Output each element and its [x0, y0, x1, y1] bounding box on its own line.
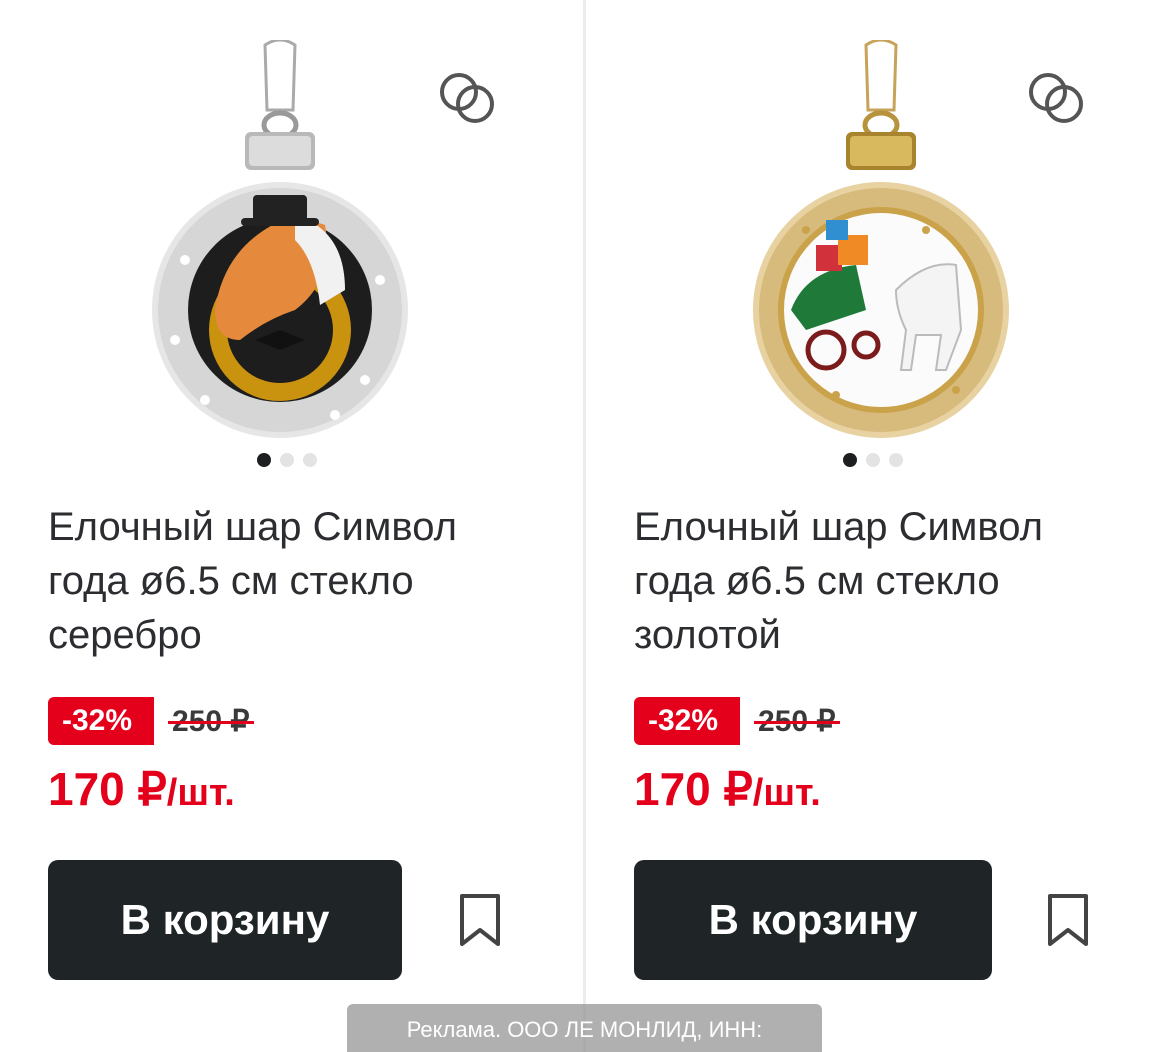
- add-to-cart-button[interactable]: В корзину: [634, 860, 992, 980]
- product-image[interactable]: [586, 0, 1170, 470]
- old-price: 250 ₽: [168, 704, 255, 738]
- product-image[interactable]: [0, 0, 584, 470]
- gold-ornament-carriage-icon: [753, 40, 1009, 438]
- ad-disclosure-label: Реклама. ООО ЛЕ МОНЛИД, ИНН: 5029069967: [347, 1004, 822, 1052]
- current-price: 170 ₽/шт.: [634, 762, 821, 816]
- current-price: 170 ₽/шт.: [48, 762, 235, 816]
- silver-ornament-horse-icon: [152, 40, 408, 438]
- product-card[interactable]: Елочный шар Символ года ø6.5 см стекло з…: [586, 0, 1170, 1052]
- bookmark-icon[interactable]: [1046, 892, 1090, 948]
- price-unit: /шт.: [166, 772, 235, 814]
- gallery-dot-active[interactable]: [257, 453, 271, 467]
- gallery-dot[interactable]: [303, 453, 317, 467]
- gallery-dot[interactable]: [866, 453, 880, 467]
- product-title[interactable]: Елочный шар Символ года ø6.5 см стекло з…: [634, 500, 1104, 662]
- price-value: 170 ₽: [48, 763, 167, 815]
- product-grid: Елочный шар Символ года ø6.5 см стекло с…: [0, 0, 1170, 1052]
- product-title[interactable]: Елочный шар Символ года ø6.5 см стекло с…: [48, 500, 518, 662]
- gallery-dot[interactable]: [889, 453, 903, 467]
- bookmark-icon[interactable]: [458, 892, 502, 948]
- gallery-dot[interactable]: [280, 453, 294, 467]
- price-unit: /шт.: [752, 772, 821, 814]
- price-value: 170 ₽: [634, 763, 753, 815]
- discount-badge: -32%: [634, 697, 741, 745]
- gallery-dots: [843, 453, 903, 467]
- old-price: 250 ₽: [754, 704, 841, 738]
- gallery-dots: [257, 453, 317, 467]
- compare-icon[interactable]: [1026, 68, 1086, 128]
- discount-badge: -32%: [48, 697, 155, 745]
- compare-icon[interactable]: [437, 68, 497, 128]
- price-row: -32% 250 ₽: [634, 697, 841, 745]
- add-to-cart-button[interactable]: В корзину: [48, 860, 402, 980]
- gallery-dot-active[interactable]: [843, 453, 857, 467]
- price-row: -32% 250 ₽: [48, 697, 255, 745]
- product-card[interactable]: Елочный шар Символ года ø6.5 см стекло с…: [0, 0, 584, 1052]
